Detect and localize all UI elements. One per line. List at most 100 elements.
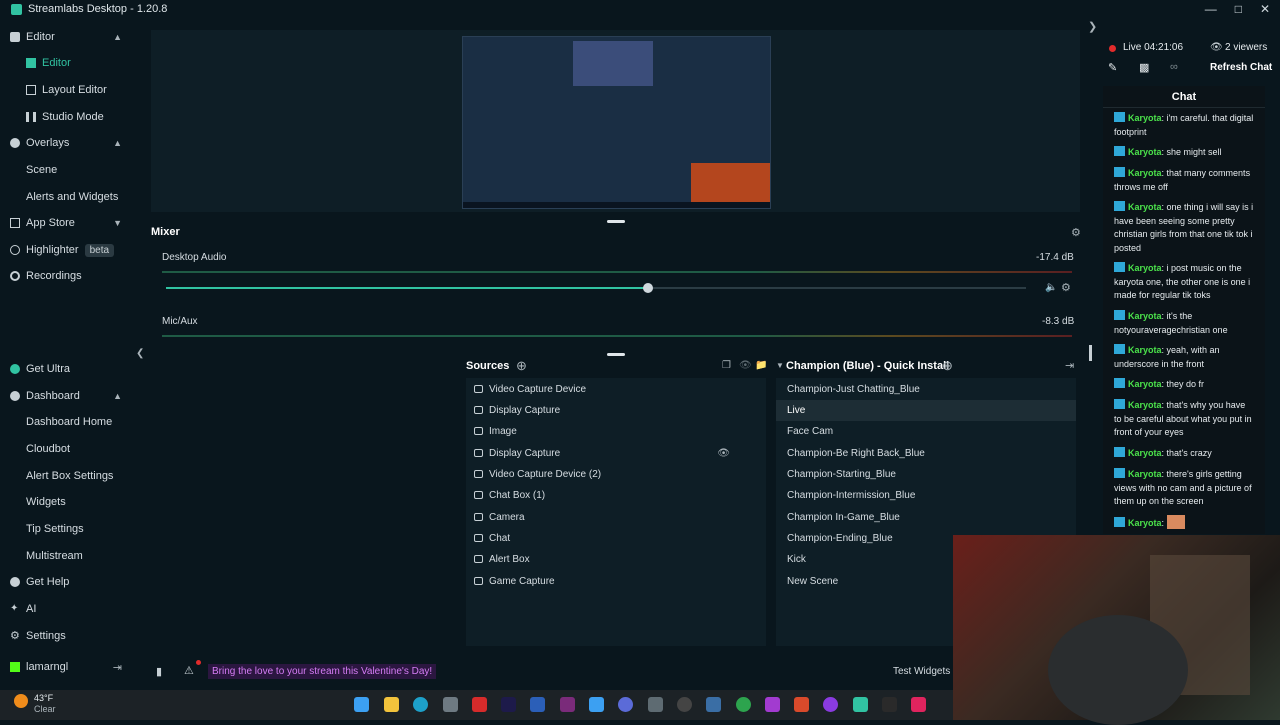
source-item[interactable]: Chat Box (1) [466,485,766,505]
chat-username[interactable]: Karyota [1128,379,1162,389]
source-item[interactable]: Display Capture [466,400,766,420]
streamlabs-taskbar-icon[interactable] [853,697,868,712]
epic-games-icon[interactable] [882,697,897,712]
chevron-down-icon[interactable]: ▼ [776,361,784,370]
source-copy-icon[interactable]: ❐ [722,360,731,371]
chat-username[interactable]: Karyota [1128,311,1162,321]
source-item[interactable]: Chat [466,528,766,548]
source-item[interactable]: Camera [466,507,766,527]
source-item[interactable]: Video Capture Device (2) [466,464,766,484]
source-item[interactable]: Image [466,421,766,441]
app-icon[interactable] [706,697,721,712]
app-icon[interactable] [589,697,604,712]
chrome-icon[interactable] [736,697,751,712]
source-item[interactable]: Game Capture [466,571,766,591]
source-item[interactable]: Video Capture Device [466,379,766,399]
chat-username[interactable]: Karyota [1128,202,1162,212]
add-scene-icon[interactable]: ⊕ [942,358,953,374]
sidebar-item-widgets[interactable]: Widgets [0,491,134,513]
sidebar-item-dashboard-home[interactable]: Dashboard Home [0,411,134,433]
sidebar-item-scene[interactable]: Scene [0,159,134,181]
user-account[interactable]: lamarngl ⇥ [0,656,134,678]
chat-username[interactable]: Karyota [1128,345,1162,355]
chat-username[interactable]: Karyota [1128,448,1162,458]
promo-banner[interactable]: Bring the love to your stream this Valen… [208,664,437,679]
sidebar-item-recordings[interactable]: Recordings [0,265,134,287]
scene-item-selected[interactable]: Live [776,400,1076,421]
source-toggle-icon[interactable]: 👁 [739,360,752,371]
sidebar-item-settings[interactable]: ⚙ Settings [0,625,134,647]
sidebar-item-get-ultra[interactable]: Get Ultra [0,358,134,380]
sidebar-item-ai[interactable]: ✦ AI [0,598,134,620]
warning-icon[interactable]: ⚠ [184,664,194,677]
sidebar-item-studio-mode[interactable]: Studio Mode [0,106,134,128]
sidebar-section-app-store[interactable]: App Store ▼ [0,212,134,234]
chat-username[interactable]: Karyota [1128,113,1162,123]
scene-item[interactable]: Face Cam [776,421,1076,442]
calculator-icon[interactable] [648,697,663,712]
app-icon[interactable] [765,697,780,712]
close-icon[interactable]: ✕ [1260,2,1270,16]
share-icon[interactable]: ∞ [1170,61,1178,73]
chevron-right-icon[interactable]: ❯ [1088,20,1097,33]
collapse-sidebar-icon[interactable]: ❮ [136,348,144,359]
sidebar-item-editor[interactable]: Editor [0,52,134,74]
refresh-chat-button[interactable]: Refresh Chat [1210,62,1272,73]
collapse-panel-icon[interactable]: ⇥ [1065,359,1074,372]
scene-item[interactable]: Champion In-Game_Blue [776,507,1076,528]
hidden-eye-icon[interactable]: 👁 [717,448,730,459]
test-widgets-button[interactable]: Test Widgets [893,666,950,677]
chat-username[interactable]: Karyota [1128,168,1162,178]
mixer-settings-gear-icon[interactable]: ⚙ [1071,226,1081,239]
app-icon[interactable] [823,697,838,712]
sidebar-item-get-help[interactable]: Get Help [0,571,134,593]
maximize-icon[interactable]: □ [1235,2,1242,16]
weather-temp[interactable]: 43°F [34,693,53,703]
store-icon[interactable] [443,697,458,712]
sidebar-item-tip-settings[interactable]: Tip Settings [0,518,134,540]
chat-username[interactable]: Karyota [1128,518,1162,528]
premiere-pro-icon[interactable] [501,697,516,712]
scene-item[interactable]: Champion-Be Right Back_Blue [776,443,1076,464]
volume-slider-knob[interactable] [643,283,653,293]
sidebar-section-dashboard[interactable]: Dashboard ▲ [0,385,134,407]
sidebar-item-alert-box-settings[interactable]: Alert Box Settings [0,465,134,487]
performance-chart-icon[interactable]: ▮ [156,665,162,678]
channel-settings-gear-icon[interactable]: ⚙ [1061,281,1071,294]
scrollbar[interactable] [1089,345,1092,361]
sidebar-item-layout-editor[interactable]: Layout Editor [0,79,134,101]
sidebar-item-highlighter[interactable]: Highlighter beta [0,239,134,261]
word-icon[interactable] [530,697,545,712]
obs-icon[interactable] [677,697,692,712]
logout-icon[interactable]: ⇥ [113,661,122,674]
pencil-icon[interactable]: ✎ [1108,61,1117,74]
sidebar-item-cloudbot[interactable]: Cloudbot [0,438,134,460]
tiktok-icon[interactable] [911,697,926,712]
sidebar-section-editor[interactable]: Editor ▲ [0,26,134,48]
resize-handle[interactable] [607,220,625,223]
app-icon[interactable] [560,697,575,712]
chat-username[interactable]: Karyota [1128,147,1162,157]
chat-username[interactable]: Karyota [1128,263,1162,273]
scene-item[interactable]: Champion-Starting_Blue [776,464,1076,485]
video-icon[interactable]: ▩ [1139,61,1149,74]
app-shield-icon[interactable] [472,697,487,712]
chat-username[interactable]: Karyota [1128,400,1162,410]
add-folder-icon[interactable]: 📁 [755,360,767,371]
minimize-icon[interactable]: — [1205,2,1217,16]
sidebar-section-overlays[interactable]: Overlays ▲ [0,132,134,154]
scene-item[interactable]: Champion-Just Chatting_Blue [776,379,1076,400]
chat-username[interactable]: Karyota [1128,469,1162,479]
add-source-icon[interactable]: ⊕ [516,358,527,374]
edge-browser-icon[interactable] [413,697,428,712]
file-explorer-icon[interactable] [384,697,399,712]
sidebar-item-alerts-and-widgets[interactable]: Alerts and Widgets [0,186,134,208]
scene-item[interactable]: Champion-Intermission_Blue [776,485,1076,506]
resize-handle[interactable] [607,353,625,356]
scene-collection-title[interactable]: Champion (Blue) - Quick Install [786,360,949,372]
windows-start-icon[interactable] [354,697,369,712]
app-icon[interactable] [794,697,809,712]
speaker-icon[interactable]: 🔈 [1045,282,1057,293]
source-item[interactable]: Display Capture 👁 [466,443,766,463]
app-icon[interactable] [618,697,633,712]
